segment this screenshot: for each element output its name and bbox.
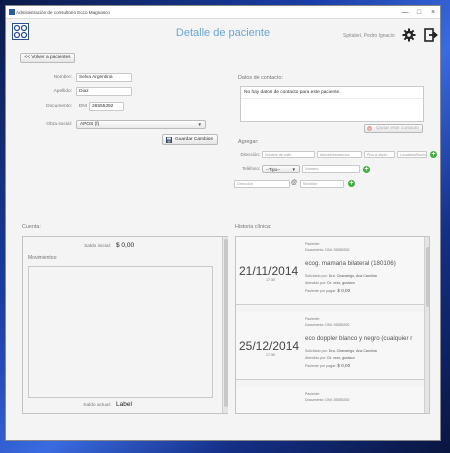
history-study: eco doppler blanco y negro (cualquier r	[305, 335, 413, 342]
street-input[interactable]: Nombre de calle	[262, 151, 315, 158]
remove-contact-button[interactable]: × Quitar este contacto	[364, 124, 423, 133]
exit-icon[interactable]	[424, 28, 438, 42]
phone-type-value: --Tipo--	[266, 167, 281, 172]
obra-social-label: Obra social:	[46, 122, 72, 127]
remove-contact-label: Quitar este contacto	[376, 126, 419, 131]
history-document: Documento: DNI: 26555392	[305, 398, 350, 402]
history-entry[interactable]: Paciente: Documento: DNI: 26555392 21/11…	[236, 237, 424, 305]
user-name: Spitaleri, Pedro Ignacio	[343, 33, 395, 39]
history-patient-label: Paciente:	[305, 317, 320, 321]
phone-type-select[interactable]: --Tipo-- ▼	[262, 165, 300, 173]
history-attended-label: Atendido por:	[305, 281, 327, 285]
history-time: 17:30	[266, 353, 275, 357]
apellido-input[interactable]: Diaz	[76, 87, 132, 96]
history-patient-label: Paciente:	[305, 392, 320, 396]
history-requested-by: Dra. Chavarrigo, Ana Carolina	[328, 349, 377, 353]
history-date: 25/12/2014	[239, 339, 300, 353]
history-date: 21/11/2014	[239, 264, 299, 278]
save-changes-label: Guardar Cambios	[175, 137, 213, 142]
add-contact-title: Agregar:	[238, 139, 259, 145]
history-panel: Paciente: Documento: DNI: 26555392 21/11…	[235, 236, 430, 414]
history-attended-label: Atendido por:	[305, 356, 327, 360]
app-icon	[9, 9, 15, 15]
history-pay-value: $ 0,00	[337, 363, 351, 368]
history-pay-value: $ 0,00	[337, 288, 351, 293]
history-patient-label: Paciente:	[305, 242, 320, 246]
history-study: ecog. mamaria bilateral (180106)	[305, 260, 396, 267]
chevron-down-icon: ▼	[291, 167, 296, 172]
account-panel: Saldo inicial: $ 0,00 Movimientos: Saldo…	[22, 236, 228, 414]
account-title: Cuenta:	[22, 224, 41, 230]
back-to-patients-button[interactable]: << Volver a pacientes	[20, 53, 75, 63]
history-attended-by: Dr. xxxx, gustavo	[327, 356, 355, 360]
account-scrollbar[interactable]	[222, 237, 228, 413]
remove-icon: ×	[367, 126, 372, 131]
history-requested-by: Dra. Chavarrigo, Ana Carolina	[328, 274, 377, 278]
history-requested-label: Solicitado por:	[305, 349, 328, 353]
add-phone-button[interactable]: +	[363, 166, 370, 173]
history-requested-label: Solicitado por:	[305, 274, 328, 278]
add-email-button[interactable]: +	[348, 180, 355, 187]
history-attended-by: Dr. xxxx, gustavo	[327, 281, 355, 285]
contact-title: Datos de contacto:	[238, 75, 283, 81]
email-domain-input[interactable]: Servidor	[300, 180, 344, 188]
movements-label: Movimientos:	[28, 255, 58, 261]
gear-icon[interactable]	[402, 28, 416, 42]
current-balance-value: Label	[116, 401, 132, 408]
contact-list: No hay datos de contacto para este pacie…	[240, 86, 424, 122]
minimize-button[interactable]: —	[400, 8, 410, 17]
history-title: Historia clínica:	[235, 224, 272, 230]
nombre-input[interactable]: Selva Argentina	[76, 73, 132, 82]
save-changes-button[interactable]: Guardar Cambios	[162, 134, 218, 145]
history-time: 17:30	[266, 278, 275, 282]
apellido-label: Apellido:	[53, 89, 72, 94]
phone-number-input[interactable]: Número	[302, 165, 360, 173]
documento-tipo: DNI	[78, 104, 87, 109]
floor-input[interactable]: Piso & depto	[364, 151, 395, 158]
history-pay-label: Paciente por pagar:	[305, 364, 337, 368]
initial-balance-label: Saldo inicial:	[84, 244, 111, 249]
chevron-down-icon: ▼	[197, 122, 202, 127]
close-button[interactable]: ×	[428, 8, 438, 17]
locality-input[interactable]: Localidad/Barrio	[397, 151, 427, 158]
title-bar: Administración de consultorio Ecco Magna…	[6, 6, 440, 19]
movements-list[interactable]	[28, 266, 213, 398]
history-pay-label: Paciente por pagar:	[305, 289, 337, 293]
contact-empty-message: No hay datos de contacto para este pacie…	[241, 87, 423, 99]
email-at-sign: @	[291, 180, 298, 186]
street-number-input[interactable]: Altura/Intersección	[317, 151, 362, 158]
obra-social-value: APOS (f)	[80, 122, 100, 127]
account-scrollbar-thumb[interactable]	[224, 239, 228, 407]
obra-social-select[interactable]: APOS (f) ▼	[76, 120, 206, 129]
email-user-input[interactable]: Dirección	[234, 180, 290, 188]
maximize-button[interactable]: □	[414, 8, 424, 17]
history-scrollbar-thumb[interactable]	[426, 247, 429, 307]
initial-balance-value: $ 0,00	[116, 242, 135, 249]
history-scrollbar[interactable]	[424, 237, 429, 413]
documento-label: Documento:	[46, 104, 72, 109]
window-title: Administración de consultorio Ecco Magna…	[16, 10, 110, 15]
add-address-button[interactable]: +	[430, 151, 437, 158]
documento-input[interactable]: 26555392	[89, 102, 124, 111]
floppy-icon	[166, 137, 172, 143]
address-label: Dirección:	[240, 152, 260, 157]
history-entry[interactable]: Paciente: Documento: DNI: 26555392 25/12…	[236, 312, 424, 380]
nombre-label: Nombre:	[53, 75, 72, 80]
history-entry[interactable]: Paciente: Documento: DNI: 26555392	[236, 387, 424, 413]
app-window: Administración de consultorio Ecco Magna…	[5, 5, 441, 441]
history-document: Documento: DNI: 26555392	[305, 323, 350, 327]
phone-label: Teléfono:	[242, 166, 260, 171]
history-document: Documento: DNI: 26555392	[305, 248, 350, 252]
current-balance-label: Saldo actual:	[83, 403, 111, 408]
